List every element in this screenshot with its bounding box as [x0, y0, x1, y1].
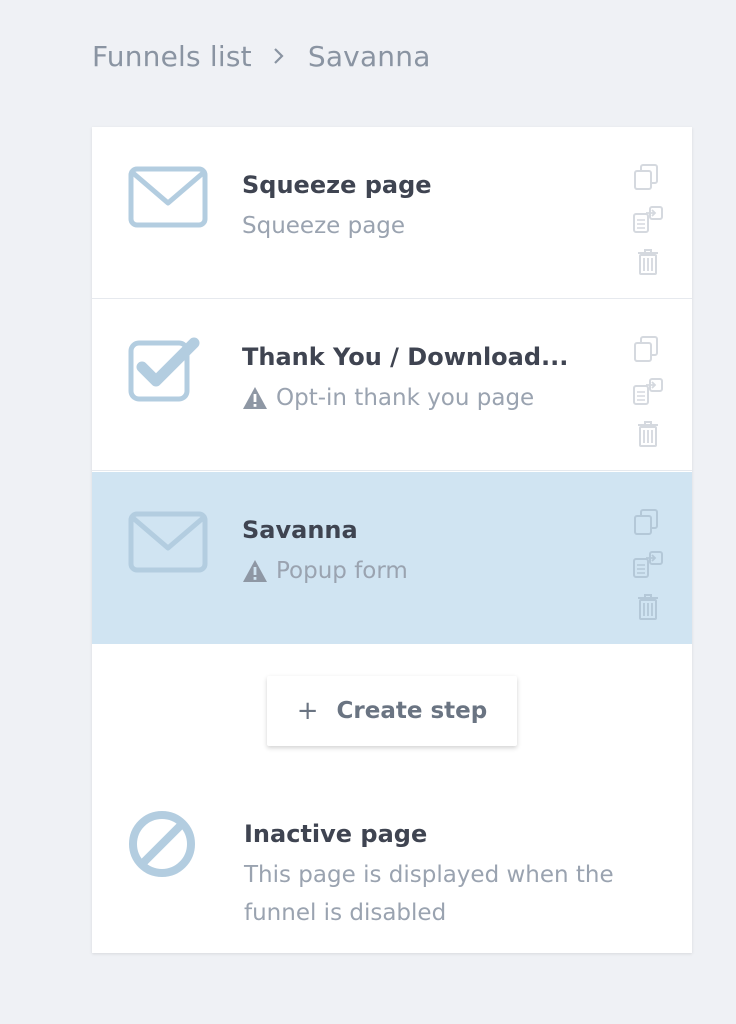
step-subtitle: Popup form: [242, 558, 408, 584]
duplicate-icon[interactable]: [632, 508, 666, 538]
step-subtitle-text: Popup form: [276, 558, 408, 584]
create-step-button[interactable]: + Create step: [267, 676, 517, 746]
breadcrumb-funnels-list[interactable]: Funnels list: [92, 40, 252, 73]
step-subtitle: Squeeze page: [242, 213, 405, 239]
checkbox-icon: [128, 337, 208, 403]
breadcrumb-current: Savanna: [307, 39, 431, 73]
step-thank-you[interactable]: Thank You / Download... Opt-in thank you…: [92, 299, 692, 471]
disabled-icon: [128, 810, 196, 878]
breadcrumb: Funnels list Savanna: [92, 34, 431, 78]
step-actions: [632, 163, 666, 289]
step-title: Thank You / Download...: [242, 343, 569, 371]
step-subtitle-text: Squeeze page: [242, 213, 406, 239]
duplicate-icon[interactable]: [632, 335, 666, 365]
copy-to-funnel-icon[interactable]: [632, 550, 666, 580]
warning-icon: [242, 386, 268, 410]
copy-to-funnel-icon[interactable]: [632, 205, 666, 235]
trash-icon[interactable]: [632, 592, 666, 622]
warning-icon: [242, 559, 268, 583]
step-savanna[interactable]: Savanna Popup form: [92, 472, 692, 644]
step-title: Savanna: [242, 516, 358, 544]
plus-icon: +: [296, 696, 319, 726]
step-actions: [632, 508, 666, 634]
trash-icon[interactable]: [632, 419, 666, 449]
trash-icon[interactable]: [632, 247, 666, 277]
envelope-icon: [128, 165, 208, 231]
create-step-label: Create step: [336, 698, 488, 724]
step-actions: [632, 335, 666, 461]
inactive-page-description: This page is displayed when the funnel i…: [244, 862, 614, 926]
step-squeeze-page[interactable]: Squeeze page Squeeze page: [92, 127, 692, 299]
duplicate-icon[interactable]: [632, 163, 666, 193]
inactive-page-title[interactable]: Inactive page: [244, 820, 427, 848]
step-subtitle-text: Opt-in thank you page: [276, 385, 535, 411]
chevron-right-icon: [264, 41, 294, 71]
funnel-steps-card: Squeeze page Squeeze page Thank You / Do…: [92, 127, 692, 953]
step-title: Squeeze page: [242, 171, 432, 199]
envelope-icon: [128, 510, 208, 576]
copy-to-funnel-icon[interactable]: [632, 377, 666, 407]
step-subtitle: Opt-in thank you page: [242, 385, 534, 411]
